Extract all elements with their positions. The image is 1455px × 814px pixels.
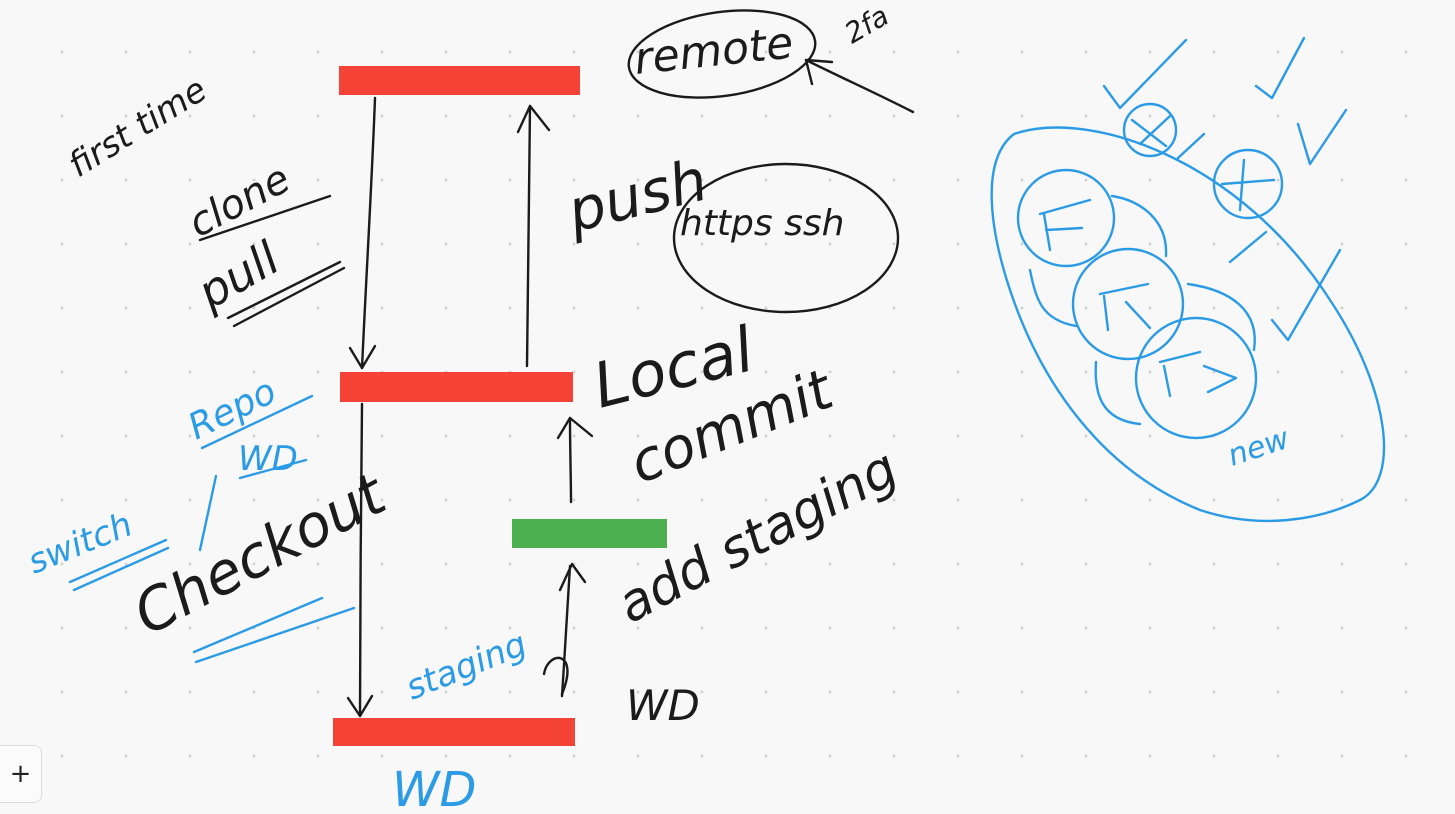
remote-pointer-arrow <box>804 58 915 114</box>
switch-label: switch <box>22 505 138 583</box>
add-button[interactable]: + <box>0 745 42 803</box>
new-label: new <box>1224 421 1294 474</box>
wd-bottom-label: WD <box>392 762 476 814</box>
remote-label: remote <box>632 18 796 85</box>
working-directory-bar <box>333 718 575 746</box>
commit-cluster: new <box>990 36 1386 523</box>
inner-mark-3 <box>1158 350 1238 398</box>
commit-link-4 <box>1094 360 1142 426</box>
cluster-tail <box>1176 132 1268 264</box>
local-repo-bar <box>340 372 573 402</box>
check-1 <box>1102 38 1188 110</box>
plus-icon: + <box>9 759 32 789</box>
check-4 <box>1270 248 1342 342</box>
commit-node-3 <box>1134 316 1258 440</box>
clone-pull-arrow <box>348 96 377 370</box>
commit-arrow <box>556 416 594 504</box>
right-node-mark <box>1220 158 1276 212</box>
wd-label: WD <box>626 681 700 730</box>
staging-label: staging <box>400 624 532 708</box>
checkout-arrow <box>346 402 374 718</box>
inner-mark-1 <box>1038 198 1092 252</box>
checkout-label: Checkout <box>123 459 398 648</box>
remote-repo-bar <box>339 66 580 95</box>
cluster-outline <box>990 126 1386 523</box>
add-arrow <box>542 562 587 698</box>
two-factor-label: 2fa <box>839 0 894 50</box>
clone-label: clone <box>181 156 298 247</box>
first-time-label: first time <box>62 70 214 186</box>
staging-bar <box>512 519 667 548</box>
push-arrow <box>516 104 551 368</box>
repo-label: Repo <box>182 371 283 448</box>
check-2 <box>1254 36 1306 100</box>
commit-link-1 <box>1110 194 1168 258</box>
sketch-drawing: remote 2fa https ssh first time clone pu… <box>22 0 1386 814</box>
inner-mark-2 <box>1098 282 1152 332</box>
commit-node-1 <box>1016 168 1116 268</box>
repo-wd-sub-label: WD <box>238 439 298 479</box>
whiteboard-canvas[interactable]: remote 2fa https ssh first time clone pu… <box>0 0 1455 814</box>
check-3 <box>1296 108 1348 166</box>
commit-link-3 <box>1028 268 1078 328</box>
